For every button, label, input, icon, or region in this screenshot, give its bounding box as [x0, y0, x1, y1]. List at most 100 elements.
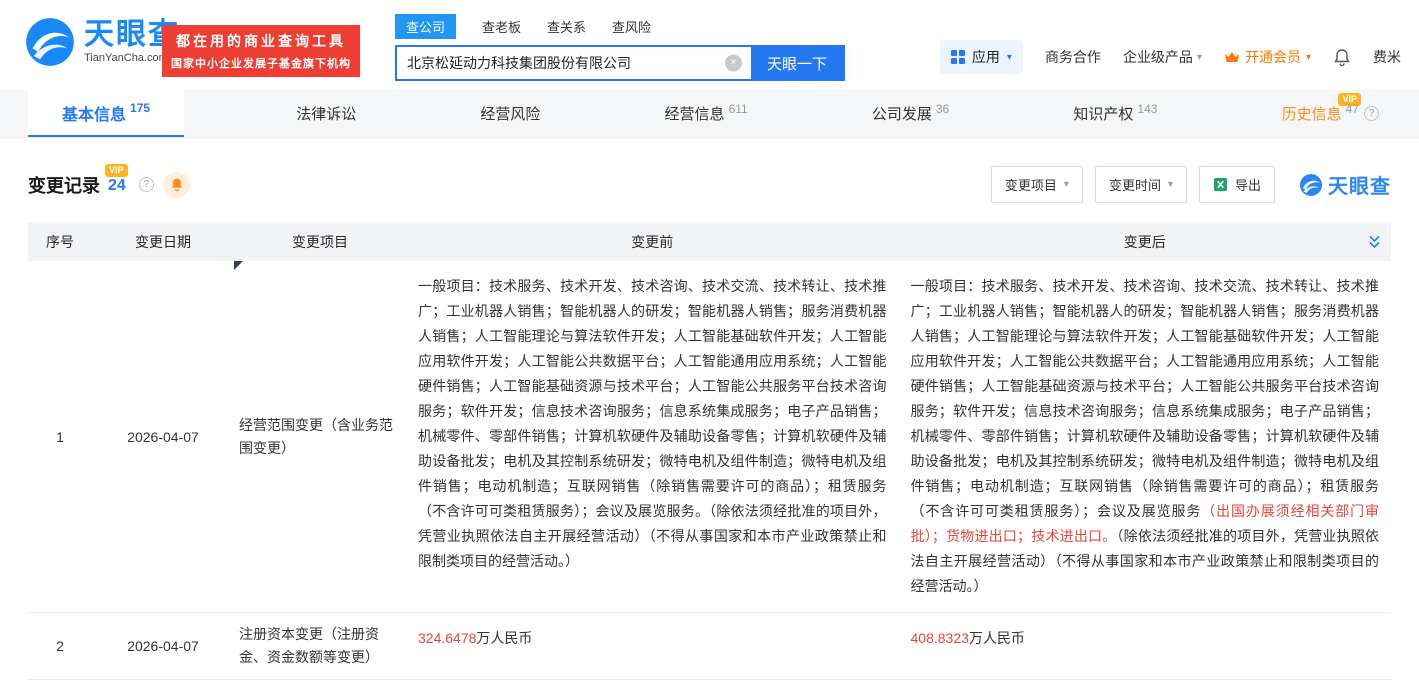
cell-date: 2026-04-07	[92, 613, 234, 680]
search-tab-relation[interactable]: 查关系	[547, 14, 586, 39]
top-header: 天眼查 TianYanCha.com 都在用的商业查询工具 国家中小企业发展子基…	[0, 0, 1419, 90]
capital-before-value: 324.6478	[418, 630, 476, 646]
chevron-down-icon	[1197, 52, 1202, 63]
capital-after-value: 408.8323	[911, 630, 969, 646]
section-count-wrap: VIP 24	[108, 175, 126, 195]
menu-enterprise[interactable]: 企业级产品	[1123, 47, 1202, 67]
help-icon[interactable]	[1364, 106, 1379, 121]
slogan-banner: 都在用的商业查询工具 国家中小企业发展子基金旗下机构	[162, 25, 360, 77]
apps-entry[interactable]: 应用	[940, 40, 1023, 74]
tab-count: 36	[936, 102, 949, 116]
col-header-no: 序号	[28, 223, 92, 261]
search-tab-risk[interactable]: 查风险	[612, 14, 651, 39]
search-input-wrap	[397, 47, 751, 79]
menu-cooperation[interactable]: 商务合作	[1045, 47, 1101, 67]
alarm-bell-icon	[170, 177, 184, 192]
change-item-text: 经营范围变更（含业务范围变更）	[239, 417, 393, 456]
search-input[interactable]	[397, 47, 751, 79]
clear-icon[interactable]	[725, 55, 742, 72]
capital-after-unit: 万人民币	[969, 630, 1025, 646]
capital-before-unit: 万人民币	[476, 630, 532, 646]
col-header-item: 变更项目	[234, 223, 406, 261]
collapse-all-icon[interactable]	[1368, 235, 1381, 249]
tab-history-info[interactable]: VIP 历史信息 47	[1270, 90, 1391, 137]
change-item-text: 注册资本变更（注册资金、资金数额等变更）	[239, 626, 379, 665]
tab-company-development[interactable]: 公司发展 36	[860, 90, 961, 137]
tab-label: 历史信息	[1282, 103, 1342, 124]
help-icon[interactable]	[139, 177, 154, 192]
tianyancha-logo-icon	[24, 16, 76, 68]
chevron-down-icon	[1064, 179, 1069, 190]
crown-icon	[1224, 50, 1240, 64]
slogan-line2: 国家中小企业发展子基金旗下机构	[171, 55, 351, 71]
search-tab-company[interactable]: 查公司	[395, 14, 456, 39]
search-box: 天眼一下	[395, 45, 845, 81]
tab-operating-risk[interactable]: 经营风险	[468, 90, 552, 137]
col-header-after: 变更后	[899, 223, 1392, 261]
chevron-down-icon	[1007, 52, 1012, 63]
corner-marker	[234, 261, 243, 270]
filter-change-item[interactable]: 变更项目	[991, 166, 1083, 203]
monitor-bell-button[interactable]	[164, 172, 190, 198]
member-label: 开通会员	[1245, 47, 1301, 67]
tab-legal[interactable]: 法律诉讼	[284, 90, 368, 137]
cell-before: 324.6478万人民币	[406, 613, 899, 680]
cell-before: 一般项目：技术服务、技术开发、技术咨询、技术交流、技术转让、技术推广；工业机器人…	[406, 261, 899, 613]
chevron-down-icon	[1168, 179, 1173, 190]
tab-intellectual-property[interactable]: 知识产权 143	[1061, 90, 1169, 137]
page: 天眼查 TianYanCha.com 都在用的商业查询工具 国家中小企业发展子基…	[0, 0, 1419, 697]
table-row: 1 2026-04-07 经营范围变更（含业务范围变更） 一般项目：技术服务、技…	[28, 261, 1391, 613]
tab-count: 143	[1137, 102, 1157, 116]
change-record-table: 序号 变更日期 变更项目 变更前 变更后 1 2026-04-07 经营范围变更…	[28, 223, 1391, 680]
tab-label: 基本信息	[62, 101, 126, 125]
tab-count: 175	[130, 101, 150, 115]
notification-bell-icon[interactable]	[1333, 48, 1351, 67]
table-controls: 变更项目 变更时间 导出 天眼查	[991, 166, 1391, 203]
chevron-down-icon	[1306, 52, 1311, 63]
filter-change-time[interactable]: 变更时间	[1095, 166, 1187, 203]
user-name[interactable]: 费米	[1373, 47, 1401, 67]
apps-label: 应用	[972, 47, 1000, 67]
col-header-after-label: 变更后	[1124, 234, 1166, 250]
tab-operating-info[interactable]: 经营信息 611	[653, 90, 760, 137]
cell-date: 2026-04-07	[92, 261, 234, 613]
search-button[interactable]: 天眼一下	[751, 47, 843, 79]
slogan-line1: 都在用的商业查询工具	[171, 31, 351, 51]
col-header-date: 变更日期	[92, 223, 234, 261]
export-label: 导出	[1235, 175, 1261, 194]
export-button[interactable]: 导出	[1199, 166, 1275, 203]
tianyancha-logo[interactable]: 天眼查 TianYanCha.com	[24, 16, 180, 68]
search-area: 查公司 查老板 查关系 查风险 天眼一下	[395, 14, 845, 81]
watermark-text: 天眼查	[1328, 170, 1391, 199]
filter-label: 变更时间	[1109, 175, 1161, 194]
watermark-logo: 天眼查	[1299, 170, 1391, 199]
tab-label: 法律诉讼	[296, 103, 356, 124]
cell-after: 一般项目：技术服务、技术开发、技术咨询、技术交流、技术转让、技术推广；工业机器人…	[899, 261, 1392, 613]
company-nav-tabs: 基本信息 175 法律诉讼 经营风险 经营信息 611 公司发展 36 知识产权…	[0, 90, 1419, 138]
tab-label: 知识产权	[1073, 103, 1133, 124]
tab-count: 47	[1346, 102, 1359, 116]
tab-count: 611	[729, 102, 748, 116]
col-header-before: 变更前	[406, 223, 899, 261]
cell-no: 2	[28, 613, 92, 680]
tab-label: 经营信息	[665, 103, 725, 124]
menu-open-vip[interactable]: 开通会员	[1224, 47, 1311, 67]
section-title: 变更记录	[28, 172, 100, 198]
cell-after: 408.8323万人民币	[899, 613, 1392, 680]
table-row: 2 2026-04-07 注册资本变更（注册资金、资金数额等变更） 324.64…	[28, 613, 1391, 680]
apps-grid-icon	[951, 50, 965, 64]
change-record-section-bar: 变更记录 VIP 24 变更项目 变更时间 导出	[0, 138, 1419, 219]
cell-change-item: 注册资本变更（注册资金、资金数额等变更）	[234, 613, 406, 680]
table-header-row: 序号 变更日期 变更项目 变更前 变更后	[28, 223, 1391, 261]
search-tab-boss[interactable]: 查老板	[482, 14, 521, 39]
section-title-group: 变更记录 VIP 24	[28, 172, 190, 198]
tab-label: 经营风险	[480, 103, 540, 124]
section-count: 24	[108, 177, 126, 194]
tab-label: 公司发展	[872, 103, 932, 124]
cell-change-item: 经营范围变更（含业务范围变更）	[234, 261, 406, 613]
enterprise-label: 企业级产品	[1123, 47, 1193, 67]
vip-badge: VIP	[105, 164, 128, 177]
after-text: 一般项目：技术服务、技术开发、技术咨询、技术交流、技术转让、技术推广；工业机器人…	[911, 278, 1380, 519]
header-menu: 应用 商务合作 企业级产品 开通会员 费米	[940, 40, 1401, 74]
tab-basic-info[interactable]: 基本信息 175	[28, 90, 184, 137]
